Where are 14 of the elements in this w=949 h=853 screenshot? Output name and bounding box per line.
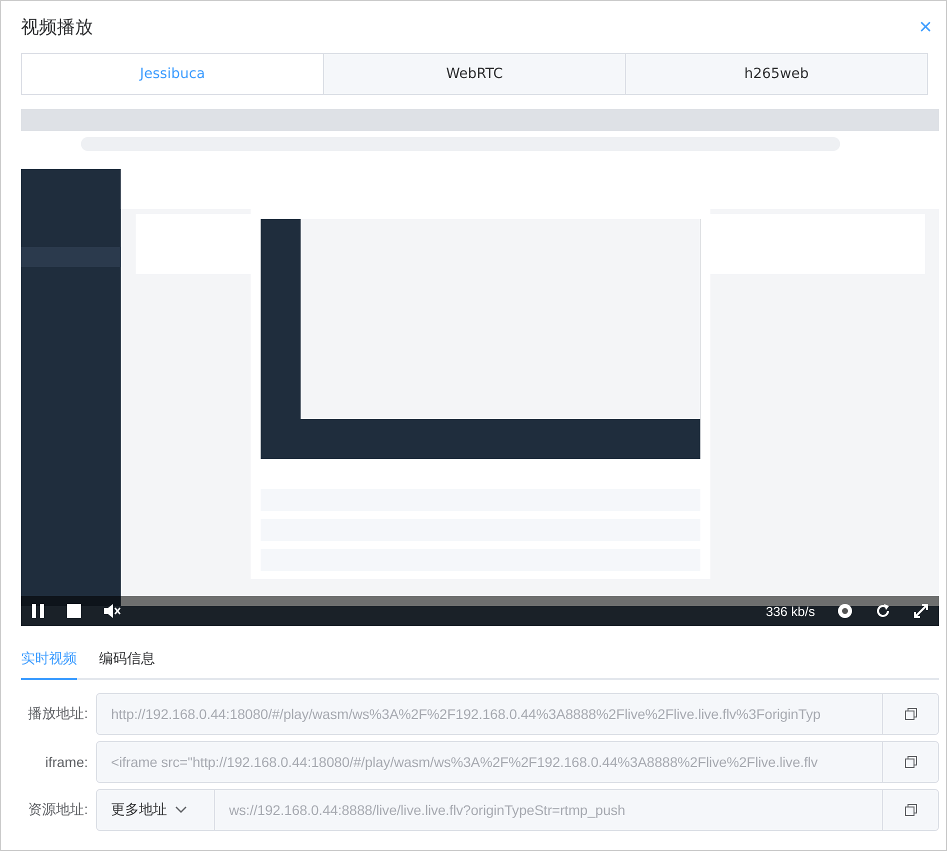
mute-icon[interactable] [103, 603, 121, 619]
pause-icon[interactable] [31, 603, 45, 619]
bitrate-text: 336 kb/s [766, 604, 815, 618]
field-label: 资源地址: [27, 801, 89, 819]
refresh-icon[interactable] [875, 603, 891, 619]
dialog-title: 视频播放 [21, 16, 93, 39]
player-tab[interactable]: WebRTC [324, 54, 626, 94]
screenshot-icon[interactable] [837, 603, 853, 619]
info-tab[interactable]: 实时视频 [21, 650, 77, 680]
field-label: 播放地址: [27, 705, 89, 723]
fullscreen-icon[interactable] [913, 603, 929, 619]
player-tab[interactable]: h265web [626, 54, 927, 94]
info-tab[interactable]: 编码信息 [99, 650, 155, 680]
field-label: iframe: [44, 754, 89, 770]
